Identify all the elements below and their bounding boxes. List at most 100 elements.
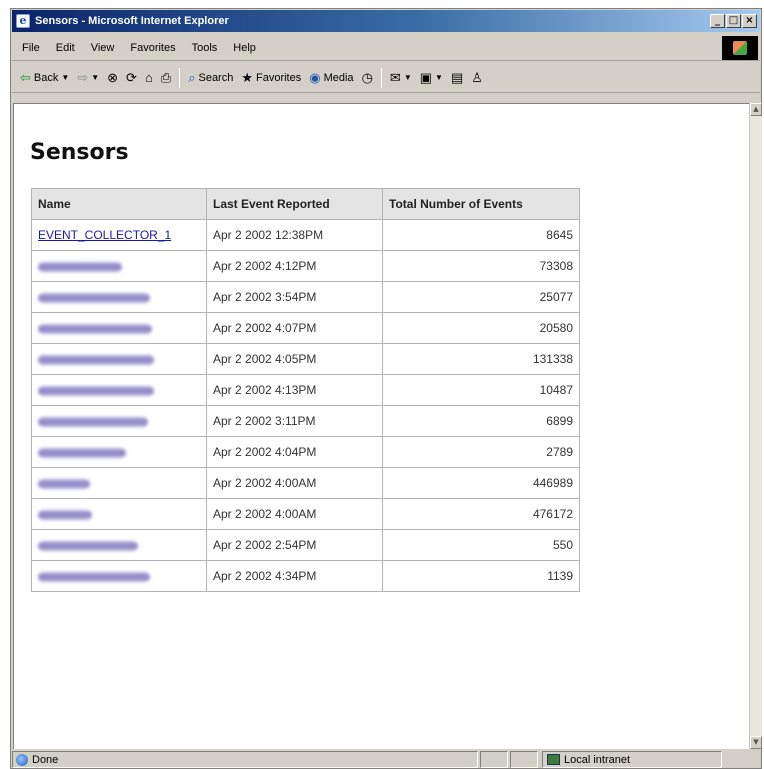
last-event-cell: Apr 2 2002 4:00AM bbox=[206, 498, 383, 530]
messenger-button[interactable]: ♙ bbox=[471, 70, 483, 86]
table-row: Apr 2 2002 2:54PM 550 bbox=[31, 529, 580, 561]
column-header-total-events: Total Number of Events bbox=[382, 188, 580, 220]
window-title: Sensors - Microsoft Internet Explorer bbox=[35, 15, 229, 27]
back-button[interactable]: ⇦ Back ▼ bbox=[20, 70, 69, 86]
total-events-cell: 10487 bbox=[382, 374, 580, 406]
menu-file[interactable]: File bbox=[22, 42, 40, 54]
redacted-sensor-link[interactable] bbox=[38, 509, 92, 520]
total-events-cell: 550 bbox=[382, 529, 580, 561]
redacted-sensor-link[interactable] bbox=[38, 323, 152, 334]
last-event-cell: Apr 2 2002 2:54PM bbox=[206, 529, 383, 561]
table-row: Apr 2 2002 4:13PM 10487 bbox=[31, 374, 580, 406]
table-header-row: Name Last Event Reported Total Number of… bbox=[31, 188, 580, 220]
sensor-name-cell bbox=[31, 312, 207, 344]
toolbar-separator bbox=[380, 67, 382, 88]
mail-button[interactable]: ✉ ▼ bbox=[390, 70, 412, 86]
redacted-sensor-link[interactable] bbox=[38, 478, 90, 489]
table-row: Apr 2 2002 3:11PM 6899 bbox=[31, 405, 580, 437]
print-quick-button[interactable]: ⎙ bbox=[161, 70, 171, 86]
media-button[interactable]: ◉ Media bbox=[309, 70, 353, 86]
discuss-button[interactable]: ▤ bbox=[451, 70, 463, 86]
total-events-cell: 446989 bbox=[382, 467, 580, 499]
stop-button[interactable]: ⊗ bbox=[107, 70, 118, 86]
history-icon: ◷ bbox=[361, 69, 373, 85]
edit-dropdown-icon[interactable]: ▼ bbox=[435, 73, 443, 82]
sensor-name-cell bbox=[31, 529, 207, 561]
page-content: Sensors Name Last Event Reported Total N… bbox=[13, 103, 749, 749]
favorites-button[interactable]: ★ Favorites bbox=[241, 70, 301, 86]
menu-view[interactable]: View bbox=[91, 42, 115, 54]
status-text: Done bbox=[32, 753, 59, 766]
scroll-up-icon[interactable]: ▲ bbox=[750, 103, 762, 116]
back-arrow-icon: ⇦ bbox=[20, 69, 31, 85]
back-dropdown-icon[interactable]: ▼ bbox=[61, 73, 69, 82]
mail-dropdown-icon[interactable]: ▼ bbox=[404, 73, 412, 82]
total-events-cell: 1139 bbox=[382, 560, 580, 592]
last-event-cell: Apr 2 2002 4:34PM bbox=[206, 560, 383, 592]
column-header-name: Name bbox=[31, 188, 207, 220]
total-events-cell: 73308 bbox=[382, 250, 580, 282]
last-event-cell: Apr 2 2002 4:04PM bbox=[206, 436, 383, 468]
total-events-cell: 131338 bbox=[382, 343, 580, 375]
table-row: Apr 2 2002 4:12PM 73308 bbox=[31, 250, 580, 282]
sensor-name-cell bbox=[31, 281, 207, 313]
search-label: Search bbox=[198, 71, 234, 84]
forward-button[interactable]: ⇨ ▼ bbox=[77, 70, 99, 86]
refresh-icon: ⟳ bbox=[126, 69, 137, 85]
home-button[interactable]: ⌂ bbox=[145, 70, 153, 85]
redacted-sensor-link[interactable] bbox=[38, 571, 150, 582]
history-button[interactable]: ◷ bbox=[362, 70, 373, 86]
redacted-sensor-link[interactable] bbox=[38, 385, 154, 396]
sensor-name-cell bbox=[31, 343, 207, 375]
minimize-button[interactable]: _ bbox=[710, 14, 725, 28]
internet-explorer-icon: e bbox=[16, 14, 30, 28]
menu-tools[interactable]: Tools bbox=[192, 42, 218, 54]
maximize-button[interactable]: □ bbox=[726, 14, 741, 28]
forward-dropdown-icon[interactable]: ▼ bbox=[91, 73, 99, 82]
local-intranet-icon bbox=[547, 754, 560, 765]
last-event-cell: Apr 2 2002 3:54PM bbox=[206, 281, 383, 313]
refresh-button[interactable]: ⟳ bbox=[126, 70, 137, 86]
menu-edit[interactable]: Edit bbox=[56, 42, 75, 54]
total-events-cell: 6899 bbox=[382, 405, 580, 437]
sensor-name-cell bbox=[31, 250, 207, 282]
last-event-cell: Apr 2 2002 12:38PM bbox=[206, 219, 383, 251]
windows-logo-throbber bbox=[722, 35, 758, 60]
discuss-icon: ▤ bbox=[450, 69, 464, 85]
table-row: Apr 2 2002 4:05PM 131338 bbox=[31, 343, 580, 375]
redacted-sensor-link[interactable] bbox=[38, 292, 150, 303]
page-done-icon bbox=[16, 753, 28, 766]
redacted-sensor-link[interactable] bbox=[38, 261, 122, 272]
windows-logo-icon bbox=[733, 40, 747, 55]
total-events-cell: 2789 bbox=[382, 436, 580, 468]
back-label: Back bbox=[33, 71, 59, 84]
forward-arrow-icon: ⇨ bbox=[77, 69, 89, 85]
menu-help[interactable]: Help bbox=[233, 42, 256, 54]
menu-favorites[interactable]: Favorites bbox=[130, 42, 175, 54]
vertical-scrollbar[interactable]: ▲ ▼ bbox=[749, 103, 762, 749]
last-event-cell: Apr 2 2002 4:00AM bbox=[206, 467, 383, 499]
sensor-name-cell bbox=[31, 405, 207, 437]
edit-icon: ▣ bbox=[419, 69, 433, 85]
close-button[interactable]: × bbox=[742, 14, 757, 28]
sensors-table: Name Last Event Reported Total Number of… bbox=[31, 188, 580, 592]
redacted-sensor-link[interactable] bbox=[38, 540, 138, 551]
table-row: Apr 2 2002 4:04PM 2789 bbox=[31, 436, 580, 468]
redacted-sensor-link[interactable] bbox=[38, 416, 148, 427]
redacted-sensor-link[interactable] bbox=[38, 354, 154, 365]
search-icon: ⌕ bbox=[188, 69, 196, 85]
window-controls: _ □ × bbox=[710, 14, 757, 28]
status-main-pane: Done bbox=[12, 751, 478, 768]
media-label: Media bbox=[323, 71, 354, 84]
edit-button[interactable]: ▣ ▼ bbox=[420, 70, 443, 86]
search-button[interactable]: ⌕ Search bbox=[188, 70, 233, 86]
favorites-label: Favorites bbox=[256, 71, 302, 84]
sensor-name-cell: EVENT_COLLECTOR_1 bbox=[31, 219, 207, 251]
media-icon: ◉ bbox=[309, 69, 321, 85]
sensor-link[interactable]: EVENT_COLLECTOR_1 bbox=[38, 228, 171, 242]
title-bar[interactable]: e Sensors - Microsoft Internet Explorer … bbox=[12, 10, 760, 32]
stop-icon: ⊗ bbox=[107, 69, 119, 85]
scroll-down-icon[interactable]: ▼ bbox=[750, 736, 762, 749]
table-row: Apr 2 2002 4:34PM 1139 bbox=[31, 560, 580, 592]
redacted-sensor-link[interactable] bbox=[38, 447, 126, 458]
